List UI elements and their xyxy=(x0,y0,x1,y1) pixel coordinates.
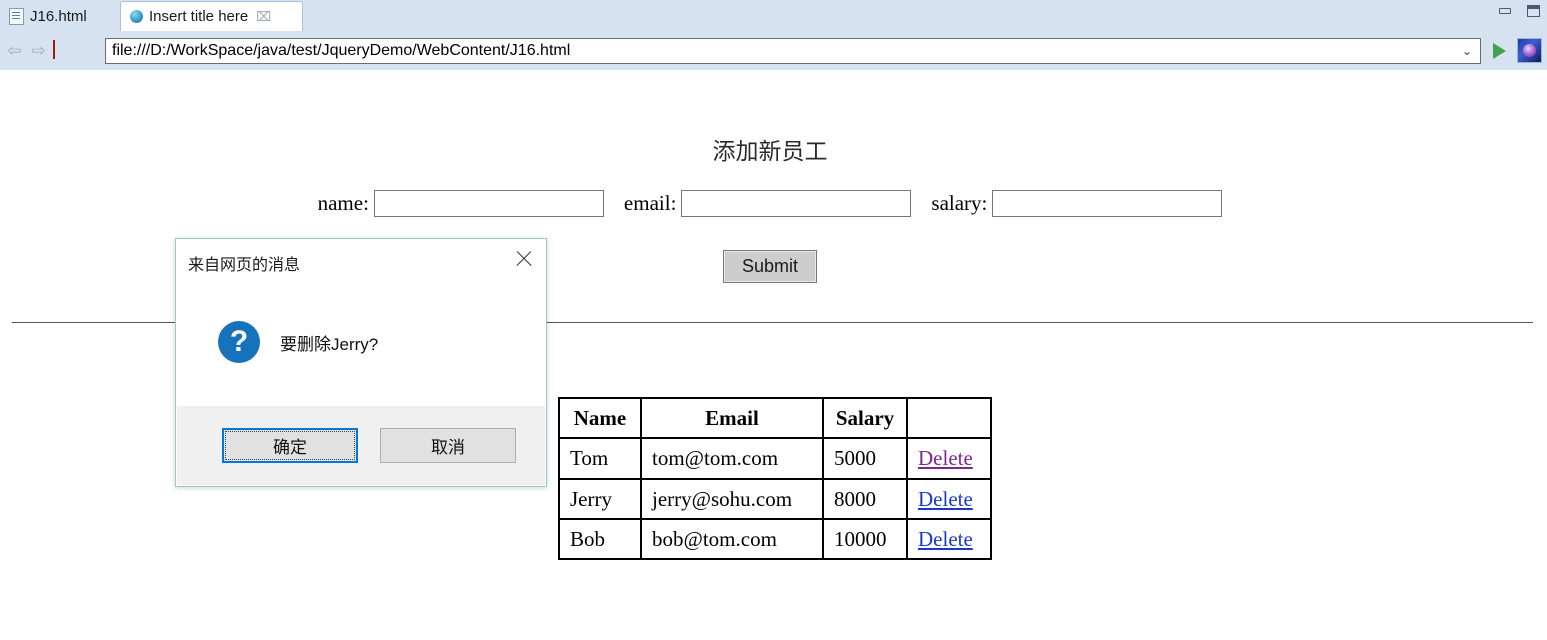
cell-salary: 5000 xyxy=(822,437,908,480)
globe-icon xyxy=(130,10,143,23)
chevron-down-icon[interactable]: ⌄ xyxy=(1454,44,1480,58)
back-button[interactable]: ⇦ xyxy=(5,41,24,60)
question-icon: ? xyxy=(218,321,260,363)
column-header-salary: Salary xyxy=(822,396,908,440)
cell-action: Delete xyxy=(906,477,992,520)
table-row: Jerry jerry@sohu.com 8000 Delete xyxy=(558,477,992,520)
document-icon xyxy=(9,7,24,25)
cell-email: bob@tom.com xyxy=(640,517,824,561)
delete-link[interactable]: Delete xyxy=(918,446,973,470)
tab-label: Insert title here xyxy=(149,8,249,25)
employee-table: Name Email Salary Tom tom@tom.com 5000 D… xyxy=(558,396,992,561)
tab-insert-title-here[interactable]: Insert title here ⌧ xyxy=(120,1,303,31)
minimize-button[interactable] xyxy=(1496,3,1515,19)
cell-email: tom@tom.com xyxy=(640,437,824,480)
salary-label: salary: xyxy=(931,191,988,215)
salary-input[interactable] xyxy=(992,190,1223,217)
cell-salary: 8000 xyxy=(822,477,908,520)
forward-button[interactable]: ⇨ xyxy=(29,41,48,60)
window-controls xyxy=(1496,3,1543,19)
address-bar[interactable]: file:///D:/WorkSpace/java/test/JqueryDem… xyxy=(105,37,1481,64)
dialog-footer: 确定 取消 xyxy=(177,406,545,485)
dialog-message: 要删除Jerry? xyxy=(280,334,379,354)
cell-action: Delete xyxy=(906,437,992,480)
column-header-action xyxy=(906,396,992,440)
cell-name: Jerry xyxy=(558,477,642,520)
dialog-body: ? 要删除Jerry? xyxy=(176,275,546,409)
tab-j16-html[interactable]: J16.html xyxy=(0,1,118,31)
url-text[interactable]: file:///D:/WorkSpace/java/test/JqueryDem… xyxy=(106,42,1454,60)
close-icon[interactable] xyxy=(512,247,536,271)
column-header-email: Email xyxy=(640,396,824,440)
browser-toolbar: ⇦ ⇨ file:///D:/WorkSpace/java/test/Jquer… xyxy=(0,31,1547,70)
dialog-title: 来自网页的消息 xyxy=(188,257,301,274)
close-icon[interactable]: ⌧ xyxy=(256,10,271,23)
cell-email: jerry@sohu.com xyxy=(640,477,824,520)
stop-button[interactable] xyxy=(53,40,72,60)
tab-strip: J16.html Insert title here ⌧ xyxy=(0,0,1547,31)
go-button[interactable] xyxy=(1488,39,1512,63)
table-row: Bob bob@tom.com 10000 Delete xyxy=(558,517,992,561)
page-title: 添加新员工 xyxy=(712,139,828,164)
name-label: name: xyxy=(317,191,369,215)
submit-button[interactable]: Submit xyxy=(722,250,818,283)
browser-chrome: J16.html Insert title here ⌧ ⇦ ⇨ file://… xyxy=(0,0,1547,70)
refresh-button[interactable] xyxy=(77,41,96,60)
delete-link[interactable]: Delete xyxy=(918,527,973,551)
cell-name: Tom xyxy=(558,437,642,480)
name-input[interactable] xyxy=(373,190,604,217)
cell-action: Delete xyxy=(906,517,992,561)
cell-salary: 10000 xyxy=(822,517,908,561)
table-header-row: Name Email Salary xyxy=(558,396,992,440)
confirm-dialog: 来自网页的消息 ? 要删除Jerry? 确定 取消 xyxy=(175,238,547,487)
email-label: email: xyxy=(623,191,677,215)
back-arrow-icon: ⇦ xyxy=(7,41,22,60)
stop-icon xyxy=(53,40,55,59)
table-row: Tom tom@tom.com 5000 Delete xyxy=(558,437,992,480)
tab-label: J16.html xyxy=(30,7,87,25)
open-external-browser-icon[interactable] xyxy=(1517,38,1542,63)
cancel-button[interactable]: 取消 xyxy=(380,428,516,463)
forward-arrow-icon: ⇨ xyxy=(31,41,46,60)
email-input[interactable] xyxy=(681,190,912,217)
employee-form: name: email: salary: xyxy=(0,190,1540,217)
confirm-button[interactable]: 确定 xyxy=(222,428,358,463)
cell-name: Bob xyxy=(558,517,642,561)
column-header-name: Name xyxy=(558,396,642,440)
maximize-button[interactable] xyxy=(1524,3,1543,19)
delete-link[interactable]: Delete xyxy=(918,487,973,511)
